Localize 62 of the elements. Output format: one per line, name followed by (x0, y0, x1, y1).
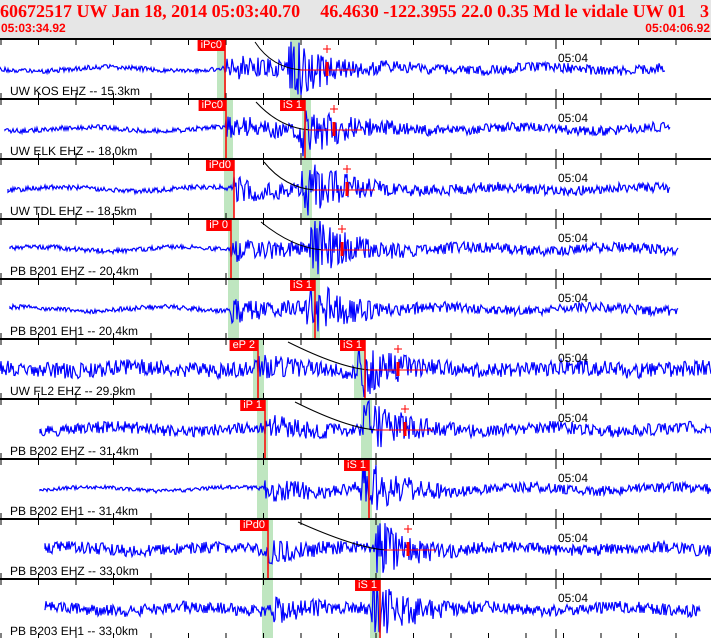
amplitude-marker (320, 224, 370, 256)
station-label: PB B202 EH1 -- 31.4km (10, 505, 138, 518)
station-label: UW KOS EHZ -- 15.3km (10, 85, 140, 98)
pick-label[interactable]: iP 1 (240, 400, 265, 411)
station-label: UW FL2 EHZ -- 29.9km (10, 385, 136, 398)
time-label: 05:04 (558, 232, 588, 245)
pick-line (225, 100, 227, 158)
pick-label[interactable]: iPc0 (198, 40, 225, 51)
time-label: 05:04 (558, 112, 588, 125)
pick-label[interactable]: iS 1 (355, 580, 380, 591)
pick-window (262, 580, 273, 638)
amplitude-marker (384, 524, 436, 556)
time-label: 05:04 (558, 472, 588, 485)
pick-label[interactable]: iPd0 (240, 520, 268, 531)
pick-label[interactable]: iP 0 (206, 220, 231, 231)
pick-line (314, 280, 316, 338)
station-label: PB B203 EH1 -- 33.0km (10, 625, 138, 638)
pick-line (224, 40, 226, 98)
pick-line (230, 220, 232, 278)
travel-time-curve (264, 162, 316, 190)
pick-line (379, 580, 381, 638)
amplitude-marker (300, 44, 356, 76)
amplitude-marker (312, 164, 376, 196)
pick-label[interactable]: iS 1 (340, 340, 365, 351)
amplitude-marker (374, 404, 434, 436)
pick-window (257, 460, 268, 518)
pick-line (264, 400, 266, 458)
time-label: 05:04 (558, 52, 588, 65)
end-time: 05:04:06.92 (645, 21, 710, 35)
station-label: UW TDL EHZ -- 18.5km (10, 205, 137, 218)
pick-label[interactable]: iPd0 (206, 160, 234, 171)
time-label: 05:04 (558, 292, 588, 305)
event-summary: 46.4630 -122.3955 22.0 0.35 Md le vidale UW 01 (320, 1, 686, 21)
pick-label[interactable]: iPc0 (198, 100, 226, 111)
start-time: 05:03:34.92 (1, 21, 66, 35)
time-label: 05:04 (558, 532, 588, 545)
time-label: 05:04 (558, 592, 588, 605)
pick-label[interactable]: iS 1 (344, 460, 369, 471)
travel-time-curve (256, 102, 310, 130)
amplitude-marker (308, 104, 362, 136)
station-label: PB B201 EH1 -- 20.4km (10, 325, 138, 338)
pick-line (267, 520, 269, 578)
travel-time-curve (254, 42, 302, 70)
station-label: PB B202 EHZ -- 31.4km (10, 445, 139, 458)
amplitude-marker (368, 344, 426, 376)
time-label: 05:04 (558, 172, 588, 185)
station-label: PB B203 EHZ -- 33.0km (10, 565, 139, 578)
travel-time-curve (260, 222, 324, 250)
pick-label[interactable]: eP 2 (230, 340, 258, 351)
pick-line (304, 100, 306, 158)
pick-line (364, 340, 366, 398)
event-title: 60672517 UW Jan 18, 2014 05:03:40.70 (0, 1, 300, 21)
pick-line (233, 160, 235, 218)
station-label: UW ELK EHZ -- 18.0km (10, 145, 138, 158)
pick-label[interactable]: iS 1 (290, 280, 315, 291)
pick-line (368, 460, 370, 518)
event-count: 3 (700, 1, 709, 21)
pick-line (257, 340, 259, 398)
time-label: 05:04 (558, 412, 588, 425)
station-label: PB B201 EHZ -- 20.4km (10, 265, 139, 278)
time-label: 05:04 (558, 352, 588, 365)
pick-label[interactable]: iS 1 (280, 100, 305, 111)
